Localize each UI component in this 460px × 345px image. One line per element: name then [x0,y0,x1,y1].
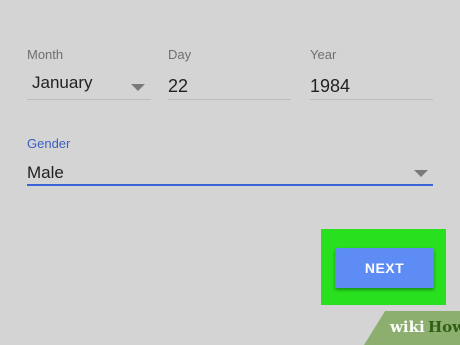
day-underline [168,99,291,100]
watermark-how-text: How [428,318,460,336]
month-dropdown[interactable]: January [32,73,92,93]
gender-dropdown[interactable]: Male [27,163,64,183]
year-label: Year [310,47,337,62]
dropdown-arrow-icon[interactable] [131,84,145,91]
dropdown-arrow-icon[interactable] [414,170,428,177]
gender-label: Gender [27,136,71,151]
month-underline [27,99,151,100]
next-button[interactable]: NEXT [335,248,434,288]
year-underline [310,99,433,100]
day-field[interactable]: 22 [168,76,188,97]
year-field[interactable]: 1984 [310,76,350,97]
gender-underline [27,184,433,186]
watermark-wiki-text: wiki [390,318,425,336]
day-label: Day [168,47,192,62]
month-label: Month [27,47,64,62]
wikihow-watermark: wiki How [364,311,460,345]
